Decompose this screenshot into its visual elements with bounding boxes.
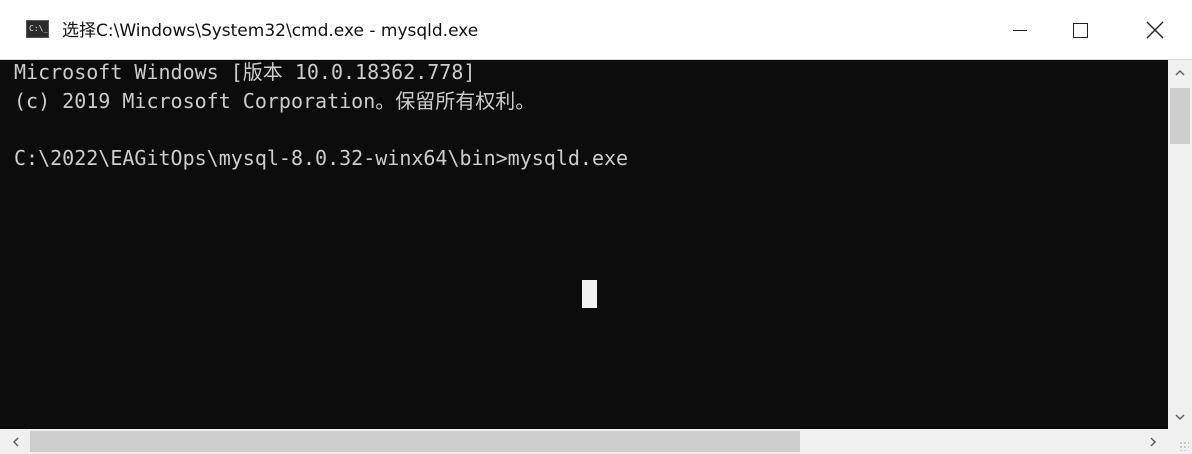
console-line: C:\2022\EAGitOps\mysql-8.0.32-winx64\bin… (14, 146, 629, 170)
maximize-icon (1072, 22, 1088, 38)
cmd-icon[interactable]: C:\_ (26, 20, 49, 38)
resize-corner[interactable] (1168, 429, 1192, 454)
minimize-icon (1013, 29, 1027, 31)
minimize-button[interactable] (990, 0, 1050, 60)
chevron-right-icon (1149, 436, 1156, 447)
scroll-right-button[interactable] (1138, 429, 1168, 454)
text-cursor (582, 280, 597, 308)
scroll-up-button[interactable] (1168, 60, 1192, 84)
resize-grip-icon (1179, 441, 1189, 451)
chevron-down-icon (1175, 413, 1185, 420)
chevron-left-icon (12, 436, 19, 447)
scroll-down-button[interactable] (1168, 405, 1192, 429)
console-line: (c) 2019 Microsoft Corporation。保留所有权利。 (14, 89, 536, 113)
scroll-left-button[interactable] (0, 429, 30, 454)
close-button[interactable] (1125, 0, 1185, 60)
vertical-scrollbar[interactable] (1168, 60, 1192, 429)
chevron-up-icon (1175, 69, 1185, 76)
maximize-button[interactable] (1050, 0, 1110, 60)
horizontal-scroll-thumb[interactable] (30, 431, 800, 452)
title-bar[interactable]: C:\_ 选择C:\Windows\System32\cmd.exe - mys… (0, 0, 1192, 60)
vertical-scroll-thumb[interactable] (1170, 88, 1190, 144)
close-icon (1146, 21, 1164, 39)
horizontal-scrollbar[interactable] (0, 429, 1168, 454)
window-title: 选择C:\Windows\System32\cmd.exe - mysqld.e… (62, 21, 479, 41)
console-output[interactable]: Microsoft Windows [版本 10.0.18362.778] (c… (0, 60, 1168, 429)
console-line: Microsoft Windows [版本 10.0.18362.778] (14, 60, 476, 84)
